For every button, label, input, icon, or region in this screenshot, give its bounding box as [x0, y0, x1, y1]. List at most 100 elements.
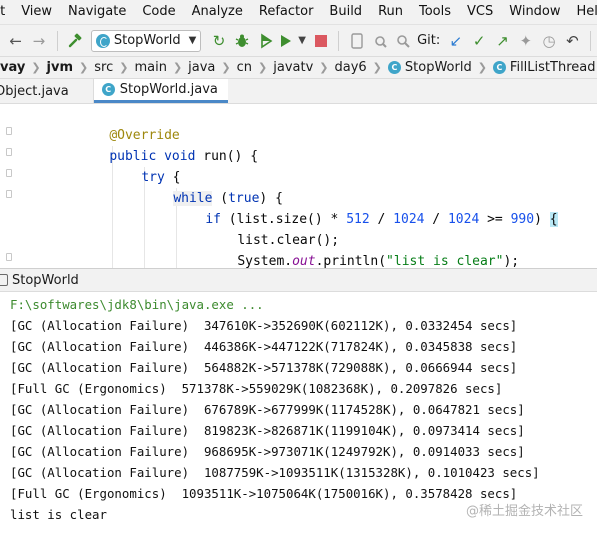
fold-marker-icon[interactable]	[6, 253, 12, 261]
device-icon[interactable]	[347, 31, 366, 51]
toolbar-divider	[338, 30, 340, 51]
git-commit-check-icon[interactable]: ✓	[470, 31, 489, 51]
number-token: 1024	[447, 212, 480, 227]
code-text: .println(	[315, 254, 387, 268]
breadcrumb-class-label: StopWorld	[404, 60, 472, 75]
git-push-icon[interactable]: ↗	[493, 31, 512, 51]
debug-bug-icon[interactable]	[233, 31, 252, 51]
menu-tools[interactable]: Tools	[411, 0, 459, 24]
string-token: "list is clear"	[386, 254, 504, 268]
breadcrumb-class-stopworld[interactable]: C StopWorld	[387, 60, 472, 75]
menu-navigate[interactable]: Navigate	[60, 0, 134, 24]
breadcrumb-separator-icon: ❯	[477, 61, 487, 74]
code-text: >=	[479, 212, 511, 227]
console-line: [GC (Allocation Failure) 968695K->973071…	[10, 444, 525, 459]
back-arrow-icon[interactable]: ←	[6, 31, 25, 51]
code-line-8: }	[174, 251, 213, 268]
menu-vcs[interactable]: VCS	[459, 0, 501, 24]
chevron-down-icon: ▼	[188, 35, 197, 46]
java-class-icon: C	[492, 61, 506, 74]
menu-code[interactable]: Code	[134, 0, 183, 24]
breadcrumb-main[interactable]: main	[134, 60, 166, 75]
forward-arrow-icon[interactable]: →	[29, 31, 48, 51]
toolbar-divider	[590, 30, 591, 51]
tab-stopworld-java[interactable]: C StopWorld.java	[93, 79, 228, 103]
console-line-command: F:\softwares\jdk8\bin\java.exe ...	[10, 297, 264, 312]
code-text: /	[424, 212, 448, 227]
breadcrumb-cn[interactable]: cn	[237, 60, 252, 75]
git-update-icon[interactable]: ↙	[446, 31, 465, 51]
code-text: )	[534, 212, 550, 227]
run-config-label: StopWorld	[113, 33, 181, 48]
console-line: list is clear	[10, 507, 107, 522]
build-hammer-icon[interactable]	[66, 31, 85, 51]
fold-marker-icon[interactable]	[6, 190, 12, 198]
code-line-3: try {	[110, 146, 180, 185]
breadcrumb-separator-icon: ❯	[119, 61, 129, 74]
static-field-token: out	[292, 254, 316, 268]
menu-build[interactable]: Build	[321, 0, 370, 24]
main-toolbar: ← → StopWorld ▼ ↻ ▼ Git: ↙ ✓ ↗ ✦ ◷ ↶	[0, 24, 597, 56]
editor-tabs: Object.java C StopWorld.java	[0, 78, 597, 104]
more-run-options-chevron-icon[interactable]: ▼	[297, 31, 307, 51]
breadcrumb-class-filllistthread[interactable]: C FillListThread	[492, 60, 596, 75]
breadcrumb-module[interactable]: jvm	[47, 60, 73, 75]
rerun-icon[interactable]: ↻	[209, 31, 228, 51]
search-icon[interactable]	[394, 31, 413, 51]
coverage-icon[interactable]	[256, 31, 275, 51]
number-token: 990	[510, 212, 535, 227]
console-line: [GC (Allocation Failure) 676789K->677999…	[10, 402, 525, 417]
breadcrumb-java[interactable]: java	[188, 60, 215, 75]
breadcrumb-day6[interactable]: day6	[334, 60, 366, 75]
menu-window[interactable]: Window	[501, 0, 568, 24]
code-editor[interactable]: @Override public void run() { try { whil…	[0, 104, 597, 268]
breadcrumb-separator-icon: ❯	[79, 61, 89, 74]
breadcrumb-javatv[interactable]: javatv	[273, 60, 313, 75]
console-line: [GC (Allocation Failure) 1087759K->10935…	[10, 465, 540, 480]
breadcrumb-src[interactable]: src	[94, 60, 113, 75]
console-output[interactable]: F:\softwares\jdk8\bin\java.exe ... [GC (…	[0, 292, 597, 535]
code-line-4: while (true) {	[142, 167, 283, 206]
breadcrumb: vay ❯ jvm ❯ src ❯ main ❯ java ❯ cn ❯ jav…	[0, 56, 597, 78]
git-history-clock-icon[interactable]: ◷	[539, 31, 558, 51]
menu-run[interactable]: Run	[370, 0, 411, 24]
breadcrumb-project[interactable]: vay	[0, 60, 25, 75]
menu-bar: Edit View Navigate Code Analyze Refactor…	[0, 0, 597, 24]
fold-marker-icon[interactable]	[6, 127, 12, 135]
menu-edit[interactable]: Edit	[0, 0, 13, 24]
breadcrumb-separator-icon: ❯	[372, 61, 382, 74]
console-line: [GC (Allocation Failure) 347610K->352690…	[10, 318, 518, 333]
breadcrumb-inner-class-label: FillListThread	[509, 60, 596, 75]
tab-object-java[interactable]: Object.java	[0, 79, 94, 103]
code-line-6: list.clear();	[206, 209, 339, 248]
code-text: /	[369, 212, 394, 227]
watermark: @稀土掘金技术社区	[465, 504, 583, 519]
git-label: Git:	[417, 33, 441, 48]
git-compare-icon[interactable]: ✦	[516, 31, 535, 51]
profile-run-icon[interactable]	[279, 31, 293, 51]
console-line: [GC (Allocation Failure) 564882K->571378…	[10, 360, 518, 375]
fold-marker-icon[interactable]	[6, 148, 12, 156]
menu-help[interactable]: Help	[569, 0, 597, 24]
java-class-icon: C	[387, 61, 401, 74]
toolbar-divider	[56, 30, 58, 51]
run-config-selector[interactable]: StopWorld ▼	[90, 29, 202, 52]
stop-icon[interactable]	[311, 31, 330, 51]
run-window-title: StopWorld	[12, 272, 79, 288]
run-window-icon	[0, 274, 8, 286]
breadcrumb-separator-icon: ❯	[172, 61, 183, 74]
run-tool-window-tab[interactable]: StopWorld	[0, 268, 597, 292]
fold-marker-icon[interactable]	[6, 169, 12, 177]
number-token: 1024	[393, 212, 425, 227]
menu-analyze[interactable]: Analyze	[184, 0, 251, 24]
settings-wrench-icon[interactable]	[370, 31, 389, 51]
menu-refactor[interactable]: Refactor	[251, 0, 322, 24]
menu-view[interactable]: View	[13, 0, 60, 24]
breadcrumb-separator-icon: ❯	[221, 61, 231, 74]
console-line: [GC (Allocation Failure) 819823K->826871…	[10, 423, 525, 438]
git-rollback-icon[interactable]: ↶	[563, 31, 582, 51]
code-line-2: public void run() {	[78, 125, 258, 164]
breadcrumb-separator-icon: ❯	[319, 61, 329, 74]
console-line: [Full GC (Ergonomics) 1093511K->1075064K…	[10, 486, 518, 501]
number-token: 512	[346, 212, 370, 227]
